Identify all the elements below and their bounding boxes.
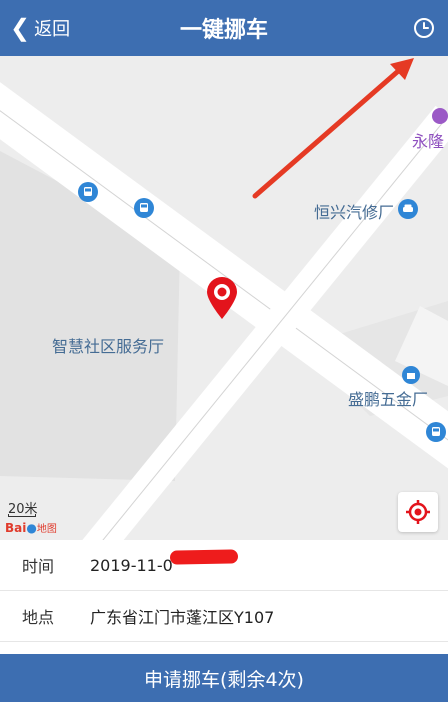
car-service-icon [398,199,418,219]
paw-icon: ● [26,521,37,535]
map-view[interactable]: 永隆 恒兴汽修厂 智慧社区服务厅 盛鹏五金厂 20米 Bai●地图 [0,56,448,540]
baidu-map-logo: Bai●地图 [5,520,57,535]
locate-target-icon [406,500,430,524]
apply-move-car-label: 申请挪车(剩余4次) [144,668,304,691]
location-value: 广东省江门市蓬江区Y107 [90,608,275,627]
nav-header: ❮ 返回 一键挪车 [0,0,448,56]
map-scale-bar [8,514,36,517]
time-label: 时间 [22,557,55,576]
time-value-text: 2019-11-0 [90,555,173,575]
apply-move-car-button[interactable]: 申请挪车(剩余4次) [0,654,448,702]
clock-icon [414,18,434,38]
map-label-zhihui: 智慧社区服务厅 [52,337,165,356]
logo-map-text: 地图 [36,524,57,535]
poi-icon [432,108,448,124]
logo-text: Bai [5,521,27,535]
map-label-shengpeng: 盛鹏五金厂 [348,390,429,409]
info-panel: 时间 2019-11-0 地点 广东省江门市蓬江区Y107 [0,540,448,642]
bus-stop-icon[interactable] [78,182,98,202]
time-value: 2019-11-0 [90,548,239,575]
redaction-mark [169,548,239,565]
locate-button[interactable] [398,492,438,532]
time-row: 时间 2019-11-0 [0,540,448,591]
bus-stop-icon[interactable] [134,198,154,218]
bus-stop-icon[interactable] [426,422,446,442]
map-pin-icon[interactable] [204,276,240,320]
location-row: 地点 广东省江门市蓬江区Y107 [0,591,448,642]
back-button[interactable]: ❮ 返回 [10,0,70,56]
location-label: 地点 [22,608,55,627]
history-button[interactable] [412,16,436,40]
shop-icon [402,366,420,384]
map-label-hengxing: 恒兴汽修厂 [314,203,395,222]
back-label: 返回 [34,19,71,40]
chevron-left-icon: ❮ [10,14,31,42]
map-label-yonglong: 永隆 [412,132,445,151]
